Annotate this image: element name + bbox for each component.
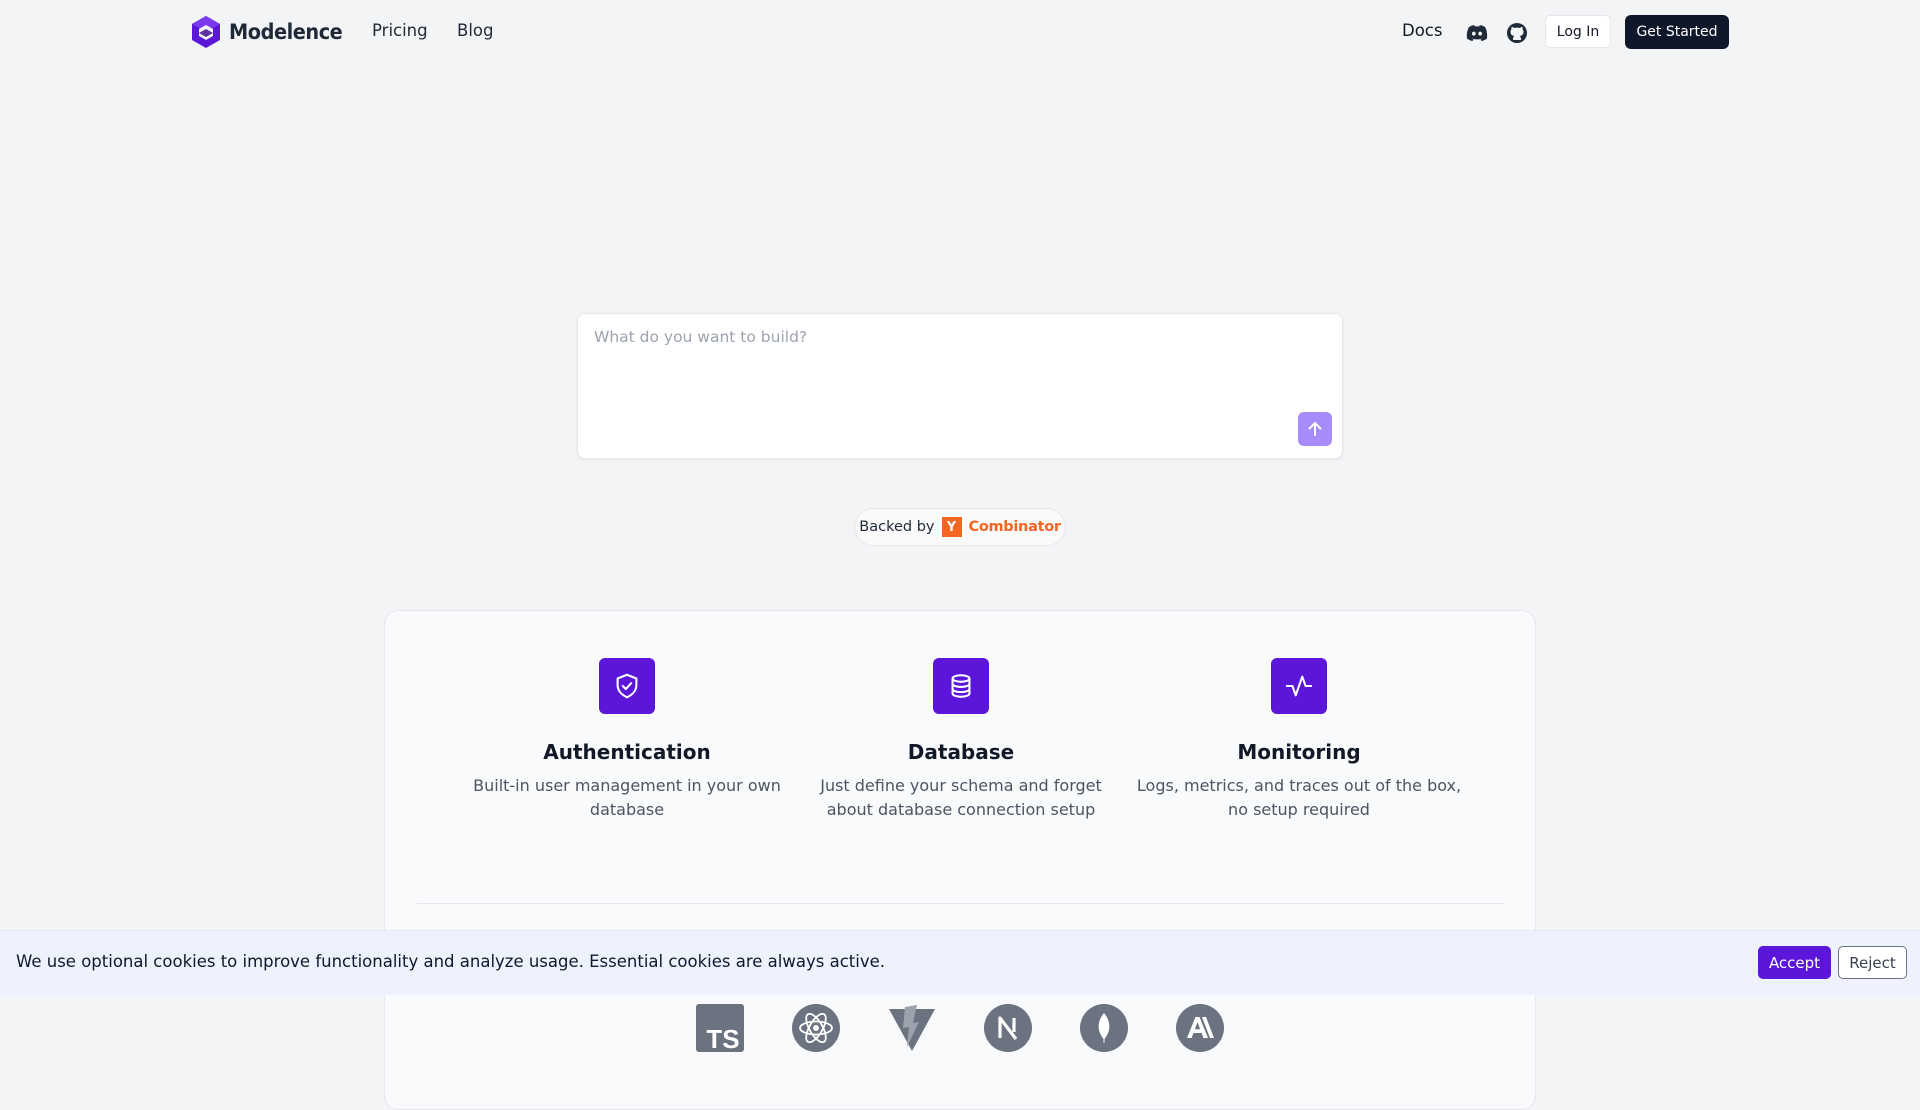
nav-link-docs[interactable]: Docs xyxy=(1402,21,1442,40)
ts-label: TS xyxy=(706,1024,739,1053)
login-button[interactable]: Log In xyxy=(1545,15,1611,48)
typescript-icon: TS xyxy=(695,1003,745,1053)
anthropic-icon xyxy=(1175,1003,1225,1053)
cookie-message: We use optional cookies to improve funct… xyxy=(16,952,885,971)
feature-monitoring: Monitoring Logs, metrics, and traces out… xyxy=(1129,658,1469,822)
shield-check-icon xyxy=(599,658,655,714)
send-button[interactable] xyxy=(1298,412,1332,446)
feature-description: Just define your schema and forget about… xyxy=(820,776,1102,819)
feature-title: Monitoring xyxy=(1237,740,1361,764)
nav-link-pricing[interactable]: Pricing xyxy=(372,21,428,40)
get-started-button[interactable]: Get Started xyxy=(1625,15,1729,49)
prompt-box xyxy=(577,313,1343,459)
yc-name: Combinator xyxy=(968,519,1062,535)
feature-title: Database xyxy=(907,740,1015,764)
modelence-logo-icon xyxy=(192,16,220,48)
feature-authentication: Authentication Built-in user management … xyxy=(457,658,797,822)
github-icon[interactable] xyxy=(1504,20,1530,46)
cookie-banner: We use optional cookies to improve funct… xyxy=(0,930,1920,995)
mongodb-icon xyxy=(1079,1003,1129,1053)
nextjs-icon xyxy=(983,1003,1033,1053)
nav-link-blog[interactable]: Blog xyxy=(457,21,493,40)
feature-description: Built-in user management in your own dat… xyxy=(473,776,781,819)
backed-by-label: Backed by xyxy=(859,519,935,535)
prompt-input[interactable] xyxy=(594,328,1294,408)
feature-title: Authentication xyxy=(543,740,711,764)
features-card: Authentication Built-in user management … xyxy=(384,610,1536,1110)
feature-database: Database Just define your schema and for… xyxy=(791,658,1131,822)
accept-cookies-button[interactable]: Accept xyxy=(1758,946,1831,979)
arrow-up-icon xyxy=(1308,422,1322,436)
divider xyxy=(417,903,1505,904)
database-icon xyxy=(933,658,989,714)
yc-logo-icon: Y xyxy=(941,517,962,537)
react-icon xyxy=(791,1003,841,1053)
reject-cookies-button[interactable]: Reject xyxy=(1838,946,1907,979)
brand-logo[interactable]: Modelence xyxy=(191,15,352,49)
backed-by-badge[interactable]: Backed by Y Combinator xyxy=(854,508,1066,546)
vite-icon xyxy=(887,1003,937,1053)
brand-name: Modelence xyxy=(229,20,343,44)
top-nav: Modelence Pricing Blog Docs Log In Get S… xyxy=(0,0,1920,64)
feature-description: Logs, metrics, and traces out of the box… xyxy=(1136,776,1462,819)
discord-icon[interactable] xyxy=(1464,20,1490,46)
activity-icon xyxy=(1271,658,1327,714)
